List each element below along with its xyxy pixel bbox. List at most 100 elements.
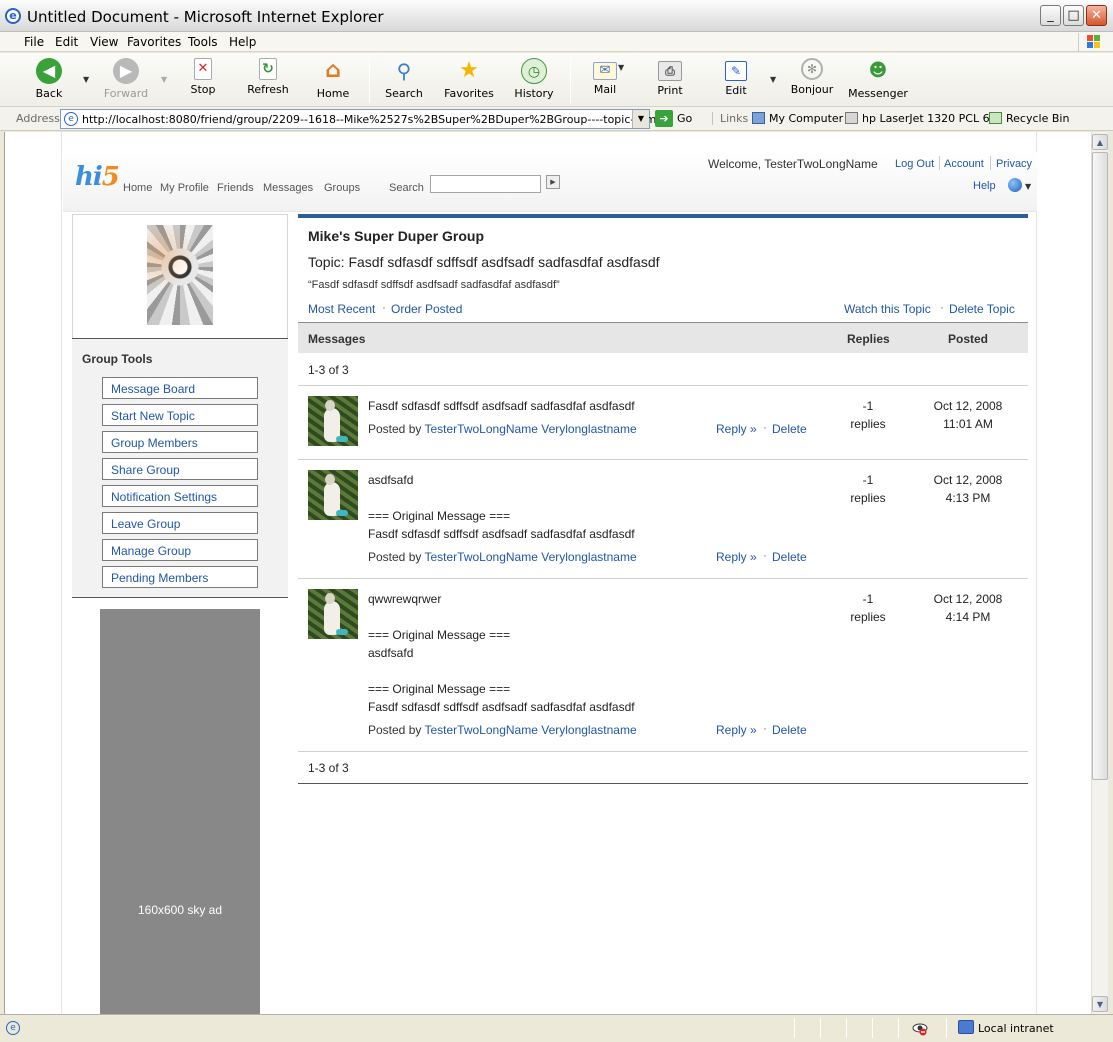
avatar[interactable]: [308, 589, 358, 639]
ad-label: 160x600 sky ad: [137, 903, 223, 917]
scroll-thumb[interactable]: [1092, 152, 1108, 780]
author-link[interactable]: TesterTwoLongName Verylonglastname: [425, 550, 637, 564]
group-tools-title: Group Tools: [82, 352, 153, 366]
stop-button[interactable]: ✕ Stop: [171, 58, 235, 104]
forward-dropdown-icon[interactable]: ▼: [161, 75, 167, 84]
sort-order-posted-link[interactable]: Order Posted: [391, 302, 462, 316]
manage-group-button[interactable]: Manage Group: [102, 539, 258, 561]
nav-messages[interactable]: Messages: [263, 182, 313, 194]
favorites-button[interactable]: ★ Favorites: [437, 58, 501, 104]
status-divider: [794, 1018, 795, 1038]
separator-dot: ·: [382, 300, 386, 314]
messenger-button[interactable]: ☻ Messenger: [846, 58, 910, 104]
home-button[interactable]: ⌂ Home: [301, 58, 365, 104]
reply-link[interactable]: Reply »: [716, 723, 757, 737]
link-recycle-bin[interactable]: Recycle Bin: [989, 112, 1069, 125]
nav-friends[interactable]: Friends: [217, 182, 254, 194]
privacy-link[interactable]: Privacy: [996, 158, 1032, 170]
message-board-button[interactable]: Message Board: [102, 377, 258, 399]
link-printer[interactable]: hp LaserJet 1320 PCL 6: [845, 112, 990, 125]
delete-message-link[interactable]: Delete: [772, 422, 807, 436]
menu-file[interactable]: File: [24, 35, 44, 49]
forward-button[interactable]: ▶ Forward: [94, 58, 158, 104]
group-photo[interactable]: [147, 225, 213, 325]
link-my-computer[interactable]: My Computer: [752, 112, 843, 125]
maximize-button[interactable]: □: [1063, 5, 1084, 26]
search-button[interactable]: ⚲ Search: [372, 58, 436, 104]
nav-home[interactable]: Home: [123, 182, 152, 194]
close-button[interactable]: ✕: [1086, 5, 1107, 26]
history-button[interactable]: ◷ History: [502, 58, 566, 104]
sky-ad[interactable]: 160x600 sky ad: [100, 609, 260, 1014]
nav-groups[interactable]: Groups: [324, 182, 360, 194]
back-dropdown-icon[interactable]: ▼: [83, 75, 89, 84]
column-messages: Messages: [308, 332, 366, 346]
back-button[interactable]: ◀ Back: [17, 58, 81, 104]
privacy-eye-icon[interactable]: [912, 1020, 928, 1036]
avatar[interactable]: [308, 470, 358, 520]
menu-tools[interactable]: Tools: [188, 35, 218, 49]
group-members-button[interactable]: Group Members: [102, 431, 258, 453]
refresh-button[interactable]: ↻ Refresh: [236, 58, 300, 104]
topic-quote: “Fasdf sdfasdf sdffsdf asdfsadf sadfasdf…: [308, 279, 560, 291]
go-button[interactable]: ➔ Go: [655, 110, 692, 128]
watch-topic-link[interactable]: Watch this Topic: [844, 302, 931, 316]
leave-group-button[interactable]: Leave Group: [102, 512, 258, 534]
scroll-up-icon[interactable]: ▲: [1092, 134, 1108, 150]
mail-button[interactable]: ✉ Mail: [573, 58, 637, 104]
notification-settings-button[interactable]: Notification Settings: [102, 485, 258, 507]
globe-dropdown-icon[interactable]: ▼: [1025, 182, 1031, 191]
magnifier-icon: ⚲: [396, 59, 412, 83]
link-divider: [939, 156, 940, 170]
page-icon: e: [64, 112, 78, 126]
bonjour-button[interactable]: ✻ Bonjour: [780, 58, 844, 104]
account-link[interactable]: Account: [944, 158, 984, 170]
links-label[interactable]: Links: [712, 112, 748, 125]
menu-help[interactable]: Help: [229, 35, 256, 49]
row-divider: [298, 578, 1028, 579]
message-text: Fasdf sdfasdf sdffsdf asdfsadf sadfasdfa…: [368, 700, 635, 714]
envelope-icon: ✉: [593, 62, 617, 80]
nav-my-profile[interactable]: My Profile: [160, 182, 209, 194]
reply-link[interactable]: Reply »: [716, 550, 757, 564]
logout-link[interactable]: Log Out: [895, 158, 934, 170]
row-divider: [298, 385, 1028, 386]
minimize-button[interactable]: _: [1040, 5, 1061, 26]
address-dropdown-icon[interactable]: ▼: [632, 110, 649, 128]
edit-page-icon: ✎: [725, 61, 747, 81]
group-tools-panel: Group Tools Message Board Start New Topi…: [72, 338, 288, 598]
address-url[interactable]: http://localhost:8080/friend/group/2209-…: [82, 113, 659, 126]
menu-view[interactable]: View: [90, 35, 118, 49]
edit-button[interactable]: ✎ Edit: [704, 58, 768, 104]
pending-members-button[interactable]: Pending Members: [102, 566, 258, 588]
security-zone-label: Local intranet: [978, 1022, 1054, 1035]
menu-edit[interactable]: Edit: [55, 35, 78, 49]
search-input[interactable]: [430, 175, 541, 193]
go-arrow-icon: ➔: [655, 110, 673, 127]
author-link[interactable]: TesterTwoLongName Verylonglastname: [425, 723, 637, 737]
edit-dropdown-icon[interactable]: ▼: [770, 75, 776, 84]
author-link[interactable]: TesterTwoLongName Verylonglastname: [425, 422, 637, 436]
delete-topic-link[interactable]: Delete Topic: [949, 302, 1015, 316]
welcome-text: Welcome, TesterTwoLongName: [708, 157, 878, 171]
menu-favorites[interactable]: Favorites: [127, 35, 181, 49]
avatar[interactable]: [308, 396, 358, 446]
home-icon: ⌂: [325, 58, 341, 83]
start-new-topic-button[interactable]: Start New Topic: [102, 404, 258, 426]
delete-message-link[interactable]: Delete: [772, 550, 807, 564]
back-arrow-icon: ◀: [36, 58, 62, 84]
vertical-scrollbar[interactable]: ▲ ▼: [1091, 132, 1108, 1014]
search-go-button[interactable]: ▶: [546, 175, 560, 189]
delete-message-link[interactable]: Delete: [772, 723, 807, 737]
help-link[interactable]: Help: [973, 180, 996, 192]
share-group-button[interactable]: Share Group: [102, 458, 258, 480]
print-button[interactable]: ⎙ Print: [638, 58, 702, 104]
sort-most-recent-link[interactable]: Most Recent: [308, 302, 375, 316]
address-input[interactable]: e http://localhost:8080/friend/group/220…: [60, 109, 659, 129]
reply-link[interactable]: Reply »: [716, 422, 757, 436]
hi5-logo[interactable]: hi5: [75, 162, 120, 192]
scroll-down-icon[interactable]: ▼: [1092, 996, 1108, 1012]
globe-icon[interactable]: [1008, 178, 1022, 192]
status-divider: [898, 1018, 899, 1038]
mail-dropdown-icon[interactable]: ▼: [618, 63, 624, 72]
